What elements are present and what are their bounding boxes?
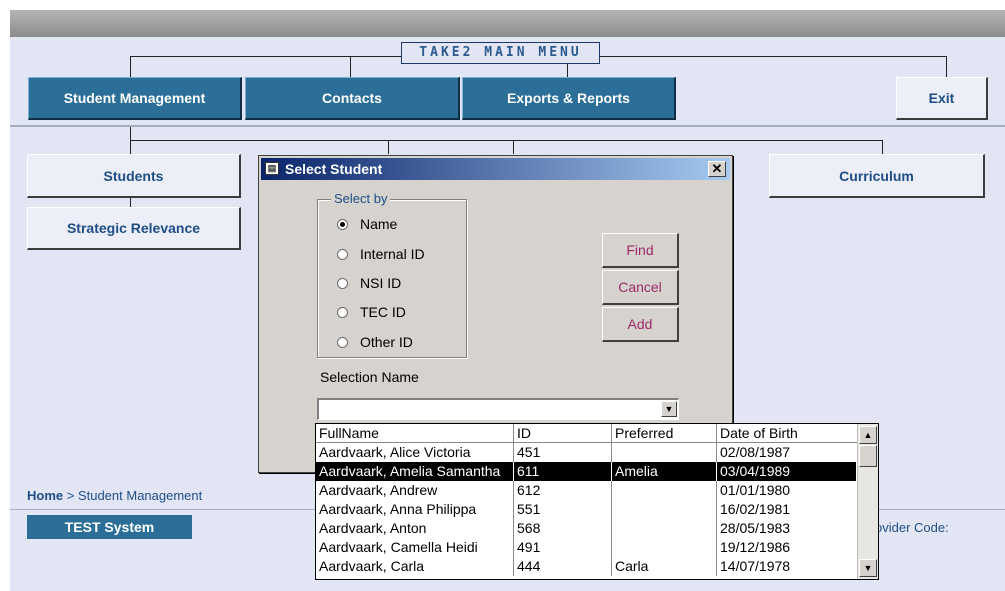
breadcrumb: Home > Student Management — [27, 488, 202, 503]
list-row-selected[interactable]: Aardvaark, Amelia Samantha 611 Amelia 03… — [316, 462, 857, 481]
radio-tec-id[interactable]: TEC ID — [337, 304, 406, 320]
radio-unchecked-icon — [337, 248, 348, 260]
select-by-label: Select by — [331, 191, 391, 206]
cell-id: 612 — [514, 481, 612, 500]
radio-other-id[interactable]: Other ID — [337, 334, 413, 350]
column-header-fullname: FullName — [316, 424, 514, 443]
scroll-down-icon[interactable]: ▼ — [859, 559, 877, 577]
cell-dob: 01/01/1980 — [720, 482, 791, 498]
cell-dob: 02/08/1987 — [720, 444, 791, 460]
cell-fullname: Aardvaark, Camella Heidi — [316, 538, 514, 557]
radio-checked-icon — [337, 218, 348, 230]
cell-fullname: Aardvaark, Carla — [316, 557, 514, 576]
breadcrumb-home-link[interactable]: Home — [27, 488, 63, 503]
cancel-button[interactable]: Cancel — [602, 270, 679, 305]
connector — [350, 56, 351, 77]
scroll-up-icon[interactable]: ▲ — [859, 426, 877, 444]
cell-preferred: Amelia — [612, 462, 717, 481]
system-badge: TEST System — [27, 515, 192, 539]
list-row[interactable]: Aardvaark, Alice Victoria 451 02/08/1987 — [316, 443, 857, 462]
cell-preferred — [612, 443, 717, 462]
strategic-relevance-button[interactable]: Strategic Relevance — [27, 207, 241, 250]
select-by-group: Select by Name Internal ID NSI ID TEC ID… — [317, 191, 467, 358]
form-icon: ▤ — [265, 162, 279, 175]
cell-preferred: Carla — [612, 557, 717, 576]
connector — [130, 140, 883, 141]
connector — [130, 56, 401, 57]
cell-dob: 16/02/1981 — [720, 501, 791, 517]
radio-name[interactable]: Name — [337, 216, 397, 232]
connector — [567, 62, 568, 77]
divider — [10, 125, 1005, 127]
radio-unchecked-icon — [337, 336, 348, 348]
connector — [513, 140, 514, 154]
cell-preferred — [612, 519, 717, 538]
cell-dob: 03/04/1989 — [717, 462, 857, 481]
list-row[interactable]: Aardvaark, Andrew 612 01/01/1980 — [316, 481, 857, 500]
add-button[interactable]: Add — [602, 307, 679, 342]
radio-label: NSI ID — [360, 275, 402, 291]
cell-id: 451 — [514, 443, 612, 462]
students-button[interactable]: Students — [27, 154, 241, 198]
radio-unchecked-icon — [337, 277, 348, 289]
column-header-preferred: Preferred — [612, 424, 717, 443]
list-row[interactable]: Aardvaark, Anton 568 28/05/1983 — [316, 519, 857, 538]
radio-internal-id[interactable]: Internal ID — [337, 246, 425, 262]
connector — [130, 127, 131, 140]
radio-label: Internal ID — [360, 246, 425, 262]
cell-dob: 19/12/1986 — [720, 539, 791, 555]
cell-id: 551 — [514, 500, 612, 519]
chevron-down-icon[interactable]: ▼ — [661, 401, 677, 417]
list-row[interactable]: Aardvaark, Anna Philippa 551 16/02/1981 — [316, 500, 857, 519]
close-icon[interactable]: ✕ — [708, 161, 726, 177]
radio-label: Other ID — [360, 334, 413, 350]
connector — [130, 140, 131, 154]
student-dropdown-list[interactable]: FullName ID Preferred Date of Birth Aard… — [315, 423, 879, 580]
list-scrollbar[interactable]: ▲ ▼ — [857, 424, 878, 579]
column-header-id: ID — [514, 424, 612, 443]
cell-dob: 28/05/1983 — [720, 520, 791, 536]
cell-id: 568 — [514, 519, 612, 538]
cell-dob: 14/07/1978 — [720, 558, 791, 574]
cell-id: 444 — [514, 557, 612, 576]
column-header-dob: Date of Birth — [717, 424, 857, 443]
main-menu-title: TAKE2 MAIN MENU — [401, 42, 600, 64]
connector — [130, 56, 131, 77]
cell-preferred — [612, 481, 717, 500]
dialog-title-bar[interactable]: ▤ Select Student ✕ — [261, 158, 730, 180]
list-row[interactable]: Aardvaark, Carla 444 Carla 14/07/1978 — [316, 557, 857, 576]
nav-student-management-button[interactable]: Student Management — [28, 77, 242, 120]
selection-name-combo[interactable]: ▼ — [317, 398, 679, 420]
cell-preferred — [612, 538, 717, 557]
radio-nsi-id[interactable]: NSI ID — [337, 275, 401, 291]
cell-id: 611 — [514, 462, 612, 481]
radio-label: Name — [360, 216, 398, 232]
connector — [882, 140, 883, 154]
connector — [388, 140, 389, 154]
cell-id: 491 — [514, 538, 612, 557]
breadcrumb-current: > Student Management — [63, 488, 203, 503]
nav-contacts-button[interactable]: Contacts — [245, 77, 460, 120]
cell-fullname: Aardvaark, Andrew — [316, 481, 514, 500]
curriculum-button[interactable]: Curriculum — [769, 154, 985, 198]
dialog-title: Select Student — [285, 161, 383, 177]
connector — [946, 56, 947, 77]
radio-label: TEC ID — [360, 304, 406, 320]
radio-unchecked-icon — [337, 306, 348, 318]
exit-button[interactable]: Exit — [896, 77, 988, 120]
selection-name-label: Selection Name — [320, 369, 419, 385]
connector — [599, 56, 947, 57]
cell-fullname: Aardvaark, Anna Philippa — [316, 500, 514, 519]
cell-fullname: Aardvaark, Amelia Samantha — [316, 462, 514, 481]
provider-code-label: ovider Code: — [875, 520, 949, 535]
nav-exports-reports-button[interactable]: Exports & Reports — [462, 77, 676, 120]
window-top-bar — [10, 10, 1005, 37]
find-button[interactable]: Find — [602, 233, 679, 268]
cell-preferred — [612, 500, 717, 519]
list-header: FullName ID Preferred Date of Birth — [316, 424, 857, 443]
cell-fullname: Aardvaark, Anton — [316, 519, 514, 538]
cell-fullname: Aardvaark, Alice Victoria — [316, 443, 514, 462]
scroll-thumb[interactable] — [859, 445, 877, 467]
list-row[interactable]: Aardvaark, Camella Heidi 491 19/12/1986 — [316, 538, 857, 557]
